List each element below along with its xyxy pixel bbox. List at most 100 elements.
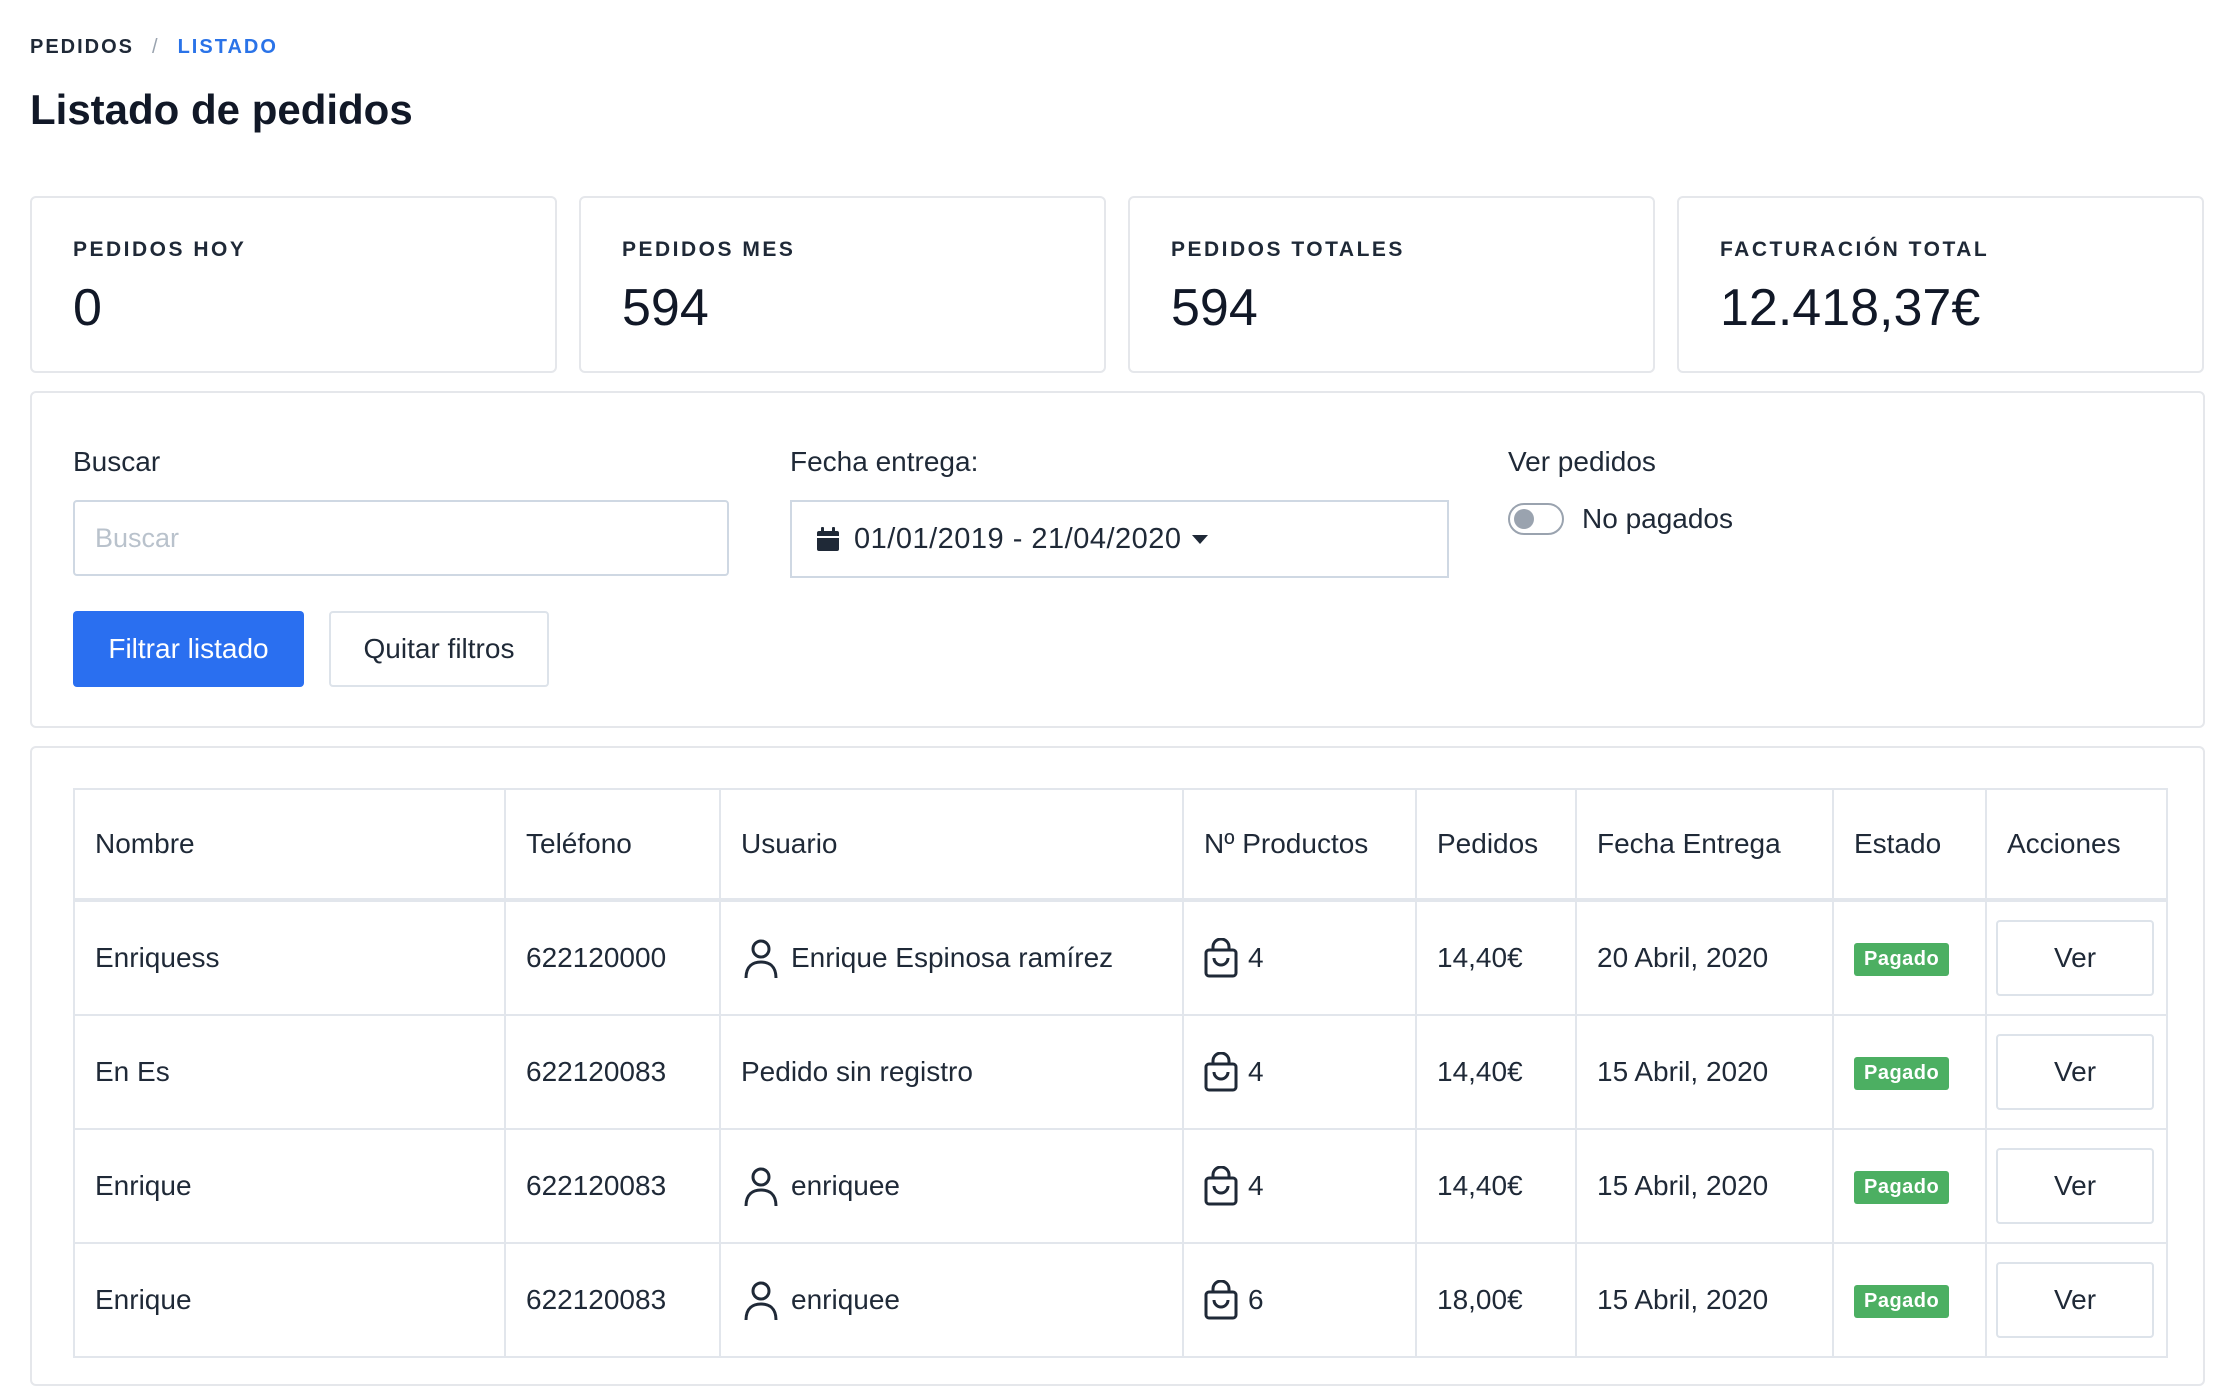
page-title: Listado de pedidos <box>30 86 413 133</box>
products-count: 4 <box>1248 942 1264 973</box>
unpaid-toggle[interactable] <box>1508 503 1564 535</box>
cell-status: Pagado <box>1832 1014 1987 1130</box>
cell-actions: Ver <box>1985 1128 2168 1244</box>
cell-amount: 14,40€ <box>1415 1128 1577 1244</box>
user-icon <box>744 1281 778 1321</box>
date-range-value: 01/01/2019 - 21/04/2020 <box>854 522 1182 555</box>
cell-user: Enrique Espinosa ramírez <box>719 899 1184 1016</box>
products-count: 6 <box>1248 1284 1264 1315</box>
breadcrumb: PEDIDOS / LISTADO <box>30 36 278 59</box>
cell-status: Pagado <box>1832 1128 1987 1244</box>
status-badge: Pagado <box>1854 1057 1950 1090</box>
breadcrumb-current[interactable]: LISTADO <box>178 36 278 59</box>
user-icon <box>744 939 778 979</box>
breadcrumb-root[interactable]: PEDIDOS <box>30 36 134 59</box>
filter-panel: Buscar Fecha entrega: 01/01/2019 - 21/04… <box>30 391 2205 728</box>
cell-products: 4 <box>1182 1014 1417 1130</box>
cell-products: 6 <box>1182 1242 1417 1358</box>
user-name: Enrique Espinosa ramírez <box>791 942 1114 973</box>
date-range-picker[interactable]: 01/01/2019 - 21/04/2020 <box>790 500 1449 578</box>
cell-delivery-date: 15 Abril, 2020 <box>1575 1242 1834 1358</box>
cell-name: En Es <box>73 1014 506 1130</box>
shopping-bag-icon <box>1204 1166 1238 1206</box>
stat-card-revenue: FACTURACIÓN TOTAL 12.418,37€ <box>1677 196 2204 373</box>
orders-table: Nombre Teléfono Usuario Nº Productos Ped… <box>73 788 2168 1358</box>
status-badge: Pagado <box>1854 1285 1950 1318</box>
column-header-usuario: Usuario <box>719 788 1184 902</box>
toggle-knob <box>1514 509 1534 529</box>
user-name: enriquee <box>791 1284 900 1315</box>
products-count: 4 <box>1248 1056 1264 1087</box>
cell-status: Pagado <box>1832 899 1987 1016</box>
stat-value: 594 <box>622 279 709 337</box>
shopping-bag-icon <box>1204 1280 1238 1320</box>
stat-card-month: PEDIDOS MES 594 <box>579 196 1106 373</box>
calendar-icon <box>817 527 839 551</box>
breadcrumb-separator: / <box>152 36 160 58</box>
stat-value: 594 <box>1171 279 1258 337</box>
cell-status: Pagado <box>1832 1242 1987 1358</box>
column-header-telefono: Teléfono <box>504 788 721 902</box>
products-count: 4 <box>1248 1170 1264 1201</box>
search-input[interactable] <box>73 500 729 576</box>
search-label: Buscar <box>73 446 161 477</box>
view-order-button[interactable]: Ver <box>1996 920 2154 996</box>
status-badge: Pagado <box>1854 1171 1950 1204</box>
cell-actions: Ver <box>1985 899 2168 1016</box>
cell-phone: 622120083 <box>504 1014 721 1130</box>
orders-panel: Nombre Teléfono Usuario Nº Productos Ped… <box>30 746 2205 1386</box>
chevron-down-icon <box>1191 534 1208 544</box>
stat-card-today: PEDIDOS HOY 0 <box>30 196 557 373</box>
cell-user: enriquee <box>719 1242 1184 1358</box>
cell-phone: 622120000 <box>504 899 721 1016</box>
stat-label: FACTURACIÓN TOTAL <box>1720 238 1990 261</box>
cell-actions: Ver <box>1985 1014 2168 1130</box>
cell-user: enriquee <box>719 1128 1184 1244</box>
stat-value: 0 <box>73 279 102 337</box>
view-order-button[interactable]: Ver <box>1996 1262 2154 1338</box>
cell-amount: 18,00€ <box>1415 1242 1577 1358</box>
cell-phone: 622120083 <box>504 1128 721 1244</box>
cell-delivery-date: 15 Abril, 2020 <box>1575 1014 1834 1130</box>
stat-card-total: PEDIDOS TOTALES 594 <box>1128 196 1655 373</box>
date-label: Fecha entrega: <box>790 446 979 477</box>
view-orders-label: Ver pedidos <box>1508 446 1656 477</box>
user-icon <box>744 1167 778 1207</box>
view-order-button[interactable]: Ver <box>1996 1148 2154 1224</box>
table-row: En Es 622120083 Pedido sin registro 4 14… <box>73 1014 2168 1130</box>
cell-actions: Ver <box>1985 1242 2168 1358</box>
cell-name: Enriquess <box>73 899 506 1016</box>
shopping-bag-icon <box>1204 1052 1238 1092</box>
cell-name: Enrique <box>73 1242 506 1358</box>
cell-phone: 622120083 <box>504 1242 721 1358</box>
user-name: enriquee <box>791 1170 900 1201</box>
column-header-pedidos: Pedidos <box>1415 788 1577 902</box>
clear-filters-button[interactable]: Quitar filtros <box>329 611 549 687</box>
column-header-productos: Nº Productos <box>1182 788 1417 902</box>
cell-delivery-date: 15 Abril, 2020 <box>1575 1128 1834 1244</box>
shopping-bag-icon <box>1204 938 1238 978</box>
table-header-row: Nombre Teléfono Usuario Nº Productos Ped… <box>73 788 2168 902</box>
user-name: Pedido sin registro <box>741 1056 973 1087</box>
cell-delivery-date: 20 Abril, 2020 <box>1575 899 1834 1016</box>
status-badge: Pagado <box>1854 943 1950 976</box>
cell-products: 4 <box>1182 899 1417 1016</box>
unpaid-toggle-label: No pagados <box>1582 503 1734 534</box>
column-header-estado: Estado <box>1832 788 1987 902</box>
stat-label: PEDIDOS HOY <box>73 238 247 261</box>
cell-amount: 14,40€ <box>1415 899 1577 1016</box>
table-row: Enrique 622120083 enriquee 4 14,40€ 15 A… <box>73 1128 2168 1244</box>
stat-label: PEDIDOS TOTALES <box>1171 238 1405 261</box>
column-header-acciones: Acciones <box>1985 788 2168 902</box>
cell-products: 4 <box>1182 1128 1417 1244</box>
cell-name: Enrique <box>73 1128 506 1244</box>
column-header-fecha: Fecha Entrega <box>1575 788 1834 902</box>
table-row: Enriquess 622120000 Enrique Espinosa ram… <box>73 899 2168 1016</box>
cell-amount: 14,40€ <box>1415 1014 1577 1130</box>
cell-user: Pedido sin registro <box>719 1014 1184 1130</box>
stat-value: 12.418,37€ <box>1720 279 1981 337</box>
column-header-nombre: Nombre <box>73 788 506 902</box>
table-row: Enrique 622120083 enriquee 6 18,00€ 15 A… <box>73 1242 2168 1358</box>
filter-button[interactable]: Filtrar listado <box>73 611 304 687</box>
view-order-button[interactable]: Ver <box>1996 1034 2154 1110</box>
